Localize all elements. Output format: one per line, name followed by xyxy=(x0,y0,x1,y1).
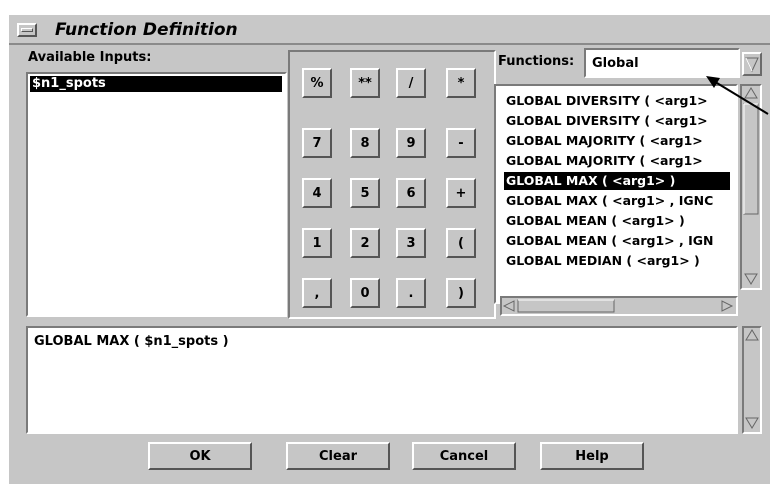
pointer-arrow-icon xyxy=(706,76,769,115)
keypad-key[interactable]: 7 xyxy=(302,128,332,158)
function-item[interactable]: GLOBAL MEAN ( <arg1> ) xyxy=(504,212,730,230)
window-title: Function Definition xyxy=(55,20,238,40)
ok-button[interactable]: OK xyxy=(148,442,252,470)
category-dropdown-button[interactable] xyxy=(742,52,762,76)
functions-category-field[interactable]: Global xyxy=(584,48,740,78)
function-item[interactable]: GLOBAL MAJORITY ( <arg1> xyxy=(504,132,730,150)
background-edge xyxy=(0,0,8,484)
help-button[interactable]: Help xyxy=(540,442,644,470)
keypad-key[interactable]: 5 xyxy=(350,178,380,208)
function-item[interactable]: GLOBAL MEAN ( <arg1> , IGN xyxy=(504,232,730,250)
keypad-key[interactable]: ) xyxy=(446,278,476,308)
scrollbar-graphic xyxy=(743,87,759,285)
chevron-down-icon xyxy=(745,57,759,73)
keypad-key[interactable]: - xyxy=(446,128,476,158)
function-item[interactable]: GLOBAL MEDIAN ( <arg1> ) xyxy=(504,252,730,270)
scrollbar-graphic xyxy=(502,299,734,313)
window-menu-icon xyxy=(21,28,33,32)
window-menu-button[interactable] xyxy=(17,23,37,37)
function-item[interactable]: GLOBAL MAX ( <arg1> , IGNC xyxy=(504,192,730,210)
keypad-key[interactable]: ( xyxy=(446,228,476,258)
formula-vertical-scrollbar[interactable] xyxy=(742,326,762,434)
functions-category-value: Global xyxy=(592,56,639,71)
title-bar: Function Definition xyxy=(9,15,770,45)
keypad-key[interactable]: / xyxy=(396,68,426,98)
scrollbar-graphic xyxy=(745,329,759,429)
keypad-key[interactable]: , xyxy=(302,278,332,308)
functions-horizontal-scrollbar[interactable] xyxy=(500,296,738,316)
functions-label: Functions: xyxy=(498,54,575,69)
keypad-key[interactable]: 0 xyxy=(350,278,380,308)
cancel-button[interactable]: Cancel xyxy=(412,442,516,470)
clear-button[interactable]: Clear xyxy=(286,442,390,470)
input-item-selected[interactable]: $n1_spots xyxy=(30,76,282,92)
keypad-key[interactable]: 1 xyxy=(302,228,332,258)
keypad-key[interactable]: % xyxy=(302,68,332,98)
keypad-key[interactable]: ** xyxy=(350,68,380,98)
function-item[interactable]: GLOBAL MAJORITY ( <arg1> xyxy=(504,152,730,170)
function-item[interactable]: GLOBAL DIVERSITY ( <arg1> xyxy=(504,92,730,110)
keypad-key[interactable]: * xyxy=(446,68,476,98)
function-item-selected[interactable]: GLOBAL MAX ( <arg1> ) xyxy=(504,172,730,190)
keypad-key[interactable]: 6 xyxy=(396,178,426,208)
keypad-key[interactable]: 8 xyxy=(350,128,380,158)
keypad-key[interactable]: 3 xyxy=(396,228,426,258)
formula-text: GLOBAL MAX ( $n1_spots ) xyxy=(34,334,229,349)
keypad-key[interactable]: + xyxy=(446,178,476,208)
keypad-key[interactable]: 4 xyxy=(302,178,332,208)
keypad-key[interactable]: . xyxy=(396,278,426,308)
formula-text-area[interactable]: GLOBAL MAX ( $n1_spots ) xyxy=(26,326,738,434)
keypad-key[interactable]: 2 xyxy=(350,228,380,258)
function-item[interactable]: GLOBAL DIVERSITY ( <arg1> xyxy=(504,112,730,130)
available-inputs-label: Available Inputs: xyxy=(28,50,152,65)
functions-list[interactable]: GLOBAL DIVERSITY ( <arg1> GLOBAL DIVERSIT… xyxy=(494,84,738,304)
available-inputs-list[interactable]: $n1_spots xyxy=(26,72,287,317)
keypad-key[interactable]: 9 xyxy=(396,128,426,158)
